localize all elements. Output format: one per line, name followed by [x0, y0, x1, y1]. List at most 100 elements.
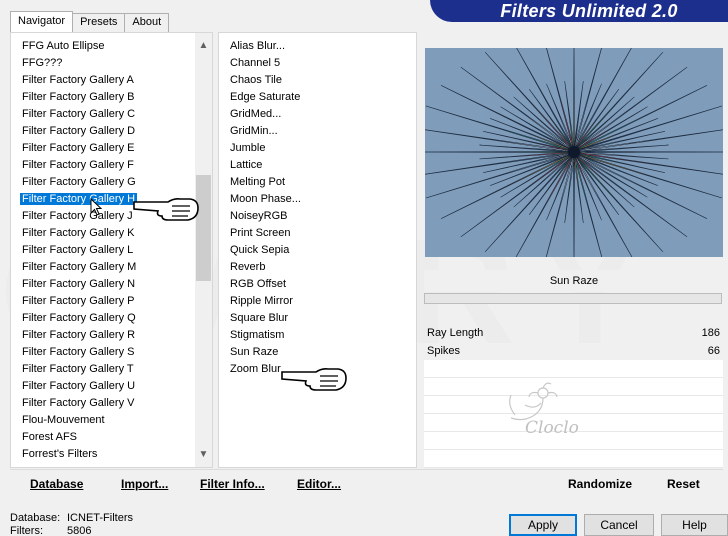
database-button[interactable]: Database	[30, 470, 83, 498]
category-item[interactable]: Forest AFS	[17, 429, 195, 446]
filter-item-label: Channel 5	[230, 57, 281, 69]
filter-item[interactable]: Jumble	[225, 140, 410, 157]
category-item[interactable]: Filter Factory Gallery P	[17, 293, 195, 310]
filter-item[interactable]: Sun Raze	[225, 344, 410, 361]
title-banner: Filters Unlimited 2.0	[430, 0, 728, 22]
category-item[interactable]: Filter Factory Gallery G	[17, 174, 195, 191]
category-item-label: Filter Factory Gallery L	[22, 244, 134, 256]
category-item[interactable]: Filter Factory Gallery T	[17, 361, 195, 378]
scroll-down-icon[interactable]: ▼	[195, 446, 212, 463]
category-item[interactable]: Filter Factory Gallery A	[17, 72, 195, 89]
filter-item[interactable]: Stigmatism	[225, 327, 410, 344]
filter-item[interactable]: Square Blur	[225, 310, 410, 327]
status-database-label: Database:	[10, 512, 61, 524]
category-item[interactable]: Filter Factory Gallery B	[17, 89, 195, 106]
category-item[interactable]: Filter Factory Gallery L	[17, 242, 195, 259]
filter-item-label: NoiseyRGB	[230, 210, 288, 222]
category-item[interactable]: Filter Factory Gallery C	[17, 106, 195, 123]
status-filters: Filters: 5806	[10, 525, 91, 536]
import-button[interactable]: Import...	[121, 470, 168, 498]
apply-button[interactable]: Apply	[509, 514, 577, 536]
status-database-value: ICNET-Filters	[67, 512, 133, 524]
category-item[interactable]: Filter Factory Gallery M	[17, 259, 195, 276]
filter-item-label: Sun Raze	[230, 346, 279, 358]
param-label: Spikes	[427, 345, 461, 357]
action-toolbar: Database Import... Filter Info... Editor…	[10, 469, 723, 497]
filter-item-label: Melting Pot	[230, 176, 286, 188]
filter-item[interactable]: Chaos Tile	[225, 72, 410, 89]
category-item[interactable]: Filter Factory Gallery Q	[17, 310, 195, 327]
category-item[interactable]: Filter Factory Gallery N	[17, 276, 195, 293]
category-item-label: Filter Factory Gallery R	[22, 329, 136, 341]
filter-item[interactable]: NoiseyRGB	[225, 208, 410, 225]
category-item[interactable]: Filter Factory Gallery H	[17, 191, 195, 208]
filter-item-label: GridMed...	[230, 108, 282, 120]
category-item-label: Filter Factory Gallery Q	[22, 312, 136, 324]
category-item-label: Filter Factory Gallery D	[22, 125, 136, 137]
category-item[interactable]: FFG???	[17, 55, 195, 72]
param-value: 186	[701, 327, 720, 339]
reset-button[interactable]: Reset	[667, 470, 700, 498]
category-item[interactable]: Filter Factory Gallery U	[17, 378, 195, 395]
category-item-label: Filter Factory Gallery P	[22, 295, 135, 307]
filter-item[interactable]: Channel 5	[225, 55, 410, 72]
category-item-label: Filter Factory Gallery G	[22, 176, 136, 188]
scrollbar-thumb[interactable]	[196, 174, 211, 281]
category-scrollbar[interactable]: ▲ ▼	[195, 33, 212, 467]
category-item-label: Filter Factory Gallery C	[22, 108, 136, 120]
category-item-label: Filter Factory Gallery M	[22, 261, 137, 273]
category-item-label: Filter Factory Gallery T	[22, 363, 134, 375]
category-item[interactable]: Filter Factory Gallery D	[17, 123, 195, 140]
category-item[interactable]: Filter Factory Gallery K	[17, 225, 195, 242]
filter-item[interactable]: Zoom Blur	[225, 361, 410, 378]
randomize-button[interactable]: Randomize	[568, 470, 632, 498]
preview-progress-bar	[424, 293, 722, 304]
filter-item[interactable]: GridMin...	[225, 123, 410, 140]
param-spikes[interactable]: Spikes 66	[424, 343, 723, 360]
help-button[interactable]: Help	[661, 514, 728, 536]
filter-item[interactable]: RGB Offset	[225, 276, 410, 293]
filter-item-label: Jumble	[230, 142, 266, 154]
filter-item-label: Lattice	[230, 159, 263, 171]
tab-about[interactable]: About	[124, 13, 170, 32]
filter-item[interactable]: Alias Blur...	[225, 38, 410, 55]
filter-list: Alias Blur... Channel 5 Chaos Tile Edge Sat…	[225, 38, 410, 467]
category-item[interactable]: Filter Factory Gallery F	[17, 157, 195, 174]
category-item[interactable]: Filter Factory Gallery S	[17, 344, 195, 361]
category-item[interactable]: Filter Factory Gallery R	[17, 327, 195, 344]
filter-item-label: Reverb	[230, 261, 266, 273]
category-item-label: Forrest's Filters	[22, 448, 98, 460]
filter-item[interactable]: Moon Phase...	[225, 191, 410, 208]
category-item-label: Filter Factory Gallery N	[22, 278, 136, 290]
filter-item[interactable]: Print Screen	[225, 225, 410, 242]
category-item[interactable]: FFG Auto Ellipse	[17, 38, 195, 55]
filter-item[interactable]: Lattice	[225, 157, 410, 174]
category-item-label: Filter Factory Gallery V	[22, 397, 135, 409]
param-ray-length[interactable]: Ray Length 186	[424, 325, 723, 342]
category-item-label: Filter Factory Gallery E	[22, 142, 135, 154]
tab-bar: Navigator Presets About	[10, 11, 170, 32]
scroll-up-icon[interactable]: ▲	[195, 37, 212, 54]
tab-navigator[interactable]: Navigator	[10, 11, 74, 32]
signature-watermark: Cloclo	[509, 382, 579, 438]
category-item[interactable]: Flou-Mouvement	[17, 412, 195, 429]
filter-item-label: Quick Sepia	[230, 244, 290, 256]
cancel-button[interactable]: Cancel	[584, 514, 654, 536]
category-item[interactable]: Filter Factory Gallery E	[17, 140, 195, 157]
filter-item[interactable]: Ripple Mirror	[225, 293, 410, 310]
status-database: Database: ICNET-Filters	[10, 512, 133, 525]
category-item[interactable]: Filter Factory Gallery J	[17, 208, 195, 225]
filter-item[interactable]: Quick Sepia	[225, 242, 410, 259]
filter-item[interactable]: Melting Pot	[225, 174, 410, 191]
category-item[interactable]: Filter Factory Gallery V	[17, 395, 195, 412]
filter-item-label: RGB Offset	[230, 278, 287, 290]
filter-info-button[interactable]: Filter Info...	[200, 470, 265, 498]
filter-item[interactable]: GridMed...	[225, 106, 410, 123]
editor-button[interactable]: Editor...	[297, 470, 341, 498]
tab-presets[interactable]: Presets	[72, 13, 126, 32]
filter-item[interactable]: Edge Saturate	[225, 89, 410, 106]
filter-list-panel: Alias Blur... Channel 5 Chaos Tile Edge Sat…	[218, 32, 417, 468]
filter-item[interactable]: Reverb	[225, 259, 410, 276]
category-item[interactable]: Forrest's Filters	[17, 446, 195, 463]
filter-item-label: Edge Saturate	[230, 91, 301, 103]
